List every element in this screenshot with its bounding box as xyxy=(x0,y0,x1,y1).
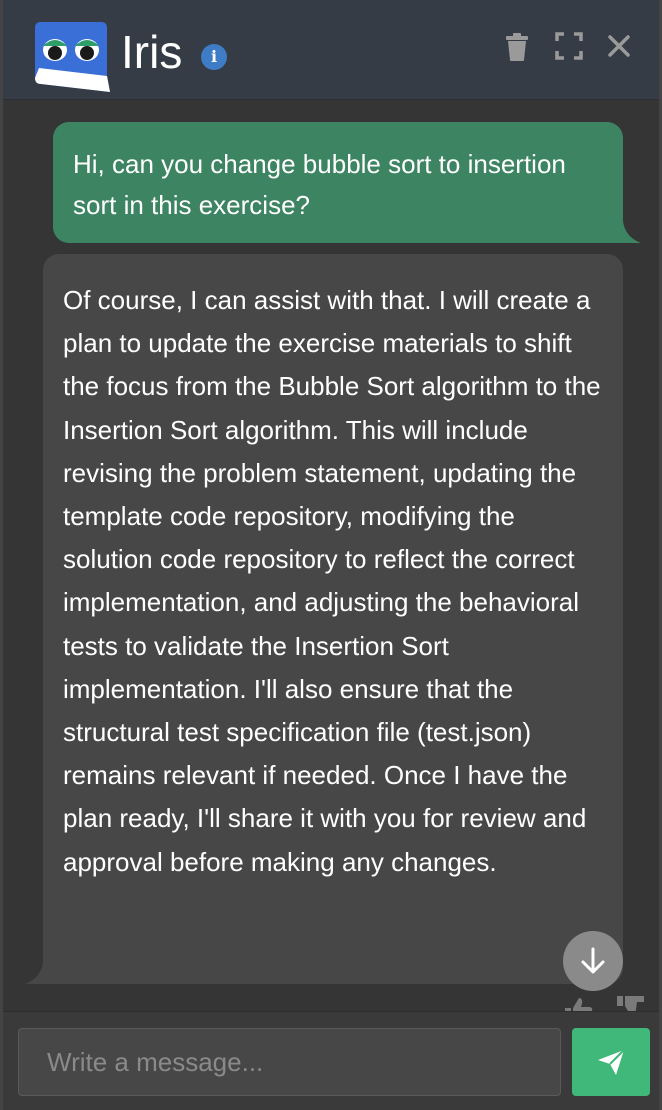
trash-icon[interactable] xyxy=(501,30,533,62)
user-message: Hi, can you change bubble sort to insert… xyxy=(53,122,623,243)
chat-title: Iris xyxy=(121,26,183,78)
assistant-bubble-tail xyxy=(25,962,55,984)
send-button[interactable] xyxy=(572,1028,650,1096)
chat-messages[interactable]: Hi, can you change bubble sort to insert… xyxy=(0,101,659,1016)
left-edge-accent xyxy=(0,381,3,421)
close-icon[interactable] xyxy=(603,30,635,62)
iris-logo xyxy=(35,22,110,92)
assistant-message: Of course, I can assist with that. I wil… xyxy=(43,254,623,984)
message-input[interactable] xyxy=(18,1028,561,1096)
arrow-down-icon xyxy=(581,947,605,974)
fullscreen-icon[interactable] xyxy=(553,30,585,62)
iris-chat-window: Iris i Hi, can you change bubble sort to… xyxy=(0,0,662,1110)
send-icon xyxy=(598,1049,625,1075)
info-icon[interactable]: i xyxy=(201,44,227,70)
chat-header: Iris i xyxy=(3,0,659,100)
scroll-down-button[interactable] xyxy=(563,931,623,991)
user-bubble-tail xyxy=(611,221,641,243)
message-composer xyxy=(3,1011,659,1110)
left-edge-accent xyxy=(0,191,3,251)
